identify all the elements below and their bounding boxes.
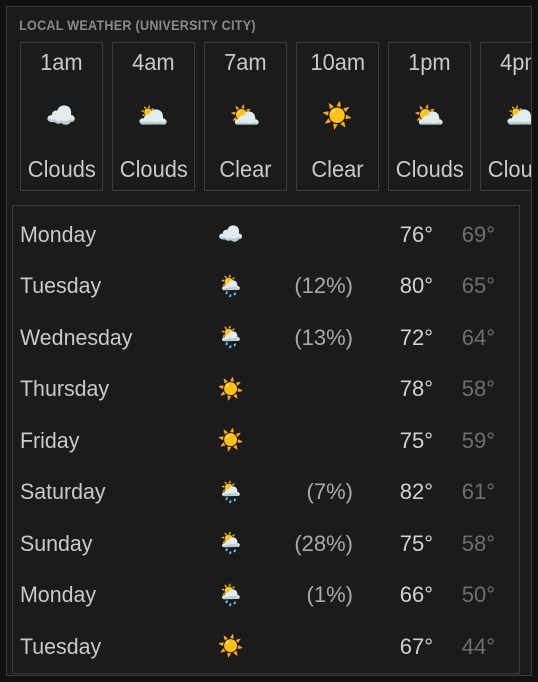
high-temp-label: 78°	[399, 376, 433, 402]
high-temp-label: 72°	[399, 324, 433, 350]
sun-behind-cloud-icon: ⛅	[413, 101, 446, 130]
precipitation-label: (7%)	[306, 479, 353, 505]
daily-row[interactable]: Tuesday 🌦️ (12%) 80° 65°	[13, 261, 519, 313]
hourly-card[interactable]: 1am ☁️ Clouds	[20, 42, 103, 191]
low-temp-label: 59°	[461, 427, 495, 453]
daily-day-label: Tuesday	[20, 273, 102, 299]
hourly-condition-label: Clear	[311, 156, 364, 182]
low-temp-label: 58°	[461, 376, 495, 402]
page-title: LOCAL WEATHER (UNIVERSITY CITY)	[19, 18, 256, 33]
hourly-condition-label: Clear	[219, 156, 272, 182]
hourly-card[interactable]: 4pm 🌥️ Clouds	[480, 42, 532, 191]
daily-day-label: Thursday	[20, 376, 110, 402]
sun-behind-rain-cloud-icon: 🌦️	[217, 326, 245, 350]
precipitation-label: (1%)	[306, 582, 353, 608]
hourly-condition-label: Clouds	[119, 156, 188, 182]
daily-row[interactable]: Monday 🌦️ (1%) 66° 50°	[13, 570, 519, 622]
hourly-forecast-strip[interactable]: 1am ☁️ Clouds 4am 🌥️ Clouds 7am ⛅ Clear 10am ☀️ Cle…	[7, 33, 532, 191]
hourly-card[interactable]: 4am 🌥️ Clouds	[112, 42, 195, 191]
daily-forecast-list: Monday ☁️ 76° 69° Tuesday 🌦️ (12%) 80° 65° Wednes…	[12, 205, 520, 674]
hourly-card[interactable]: 7am ⛅ Clear	[204, 42, 287, 191]
hourly-time-label: 4pm	[500, 49, 531, 75]
hourly-time-label: 1pm	[408, 49, 451, 75]
cloud-icon: ☁️	[217, 223, 245, 247]
daily-row[interactable]: Wednesday 🌦️ (13%) 72° 64°	[13, 312, 519, 364]
daily-row[interactable]: Friday ☀️ 75° 59°	[13, 415, 519, 467]
daily-day-label: Wednesday	[20, 324, 133, 350]
daily-day-label: Saturday	[20, 479, 106, 505]
hourly-card[interactable]: 1pm ⛅ Clouds	[388, 42, 471, 191]
hourly-time-label: 4am	[132, 49, 175, 75]
low-temp-label: 64°	[461, 324, 495, 350]
cloud-behind-moon-icon: 🌥️	[137, 101, 170, 130]
high-temp-label: 80°	[399, 273, 433, 299]
hourly-time-label: 1am	[40, 49, 83, 75]
high-temp-label: 75°	[399, 530, 433, 556]
high-temp-label: 82°	[399, 479, 433, 505]
high-temp-label: 75°	[399, 427, 433, 453]
cloud-behind-sun-gray-icon: 🌥️	[506, 101, 531, 131]
daily-row[interactable]: Thursday ☀️ 78° 58°	[13, 364, 519, 416]
precipitation-label: (13%)	[294, 324, 353, 350]
sun-behind-rain-cloud-icon: 🌦️	[217, 532, 245, 556]
low-temp-label: 69°	[461, 221, 495, 247]
sun-behind-rain-cloud-icon: 🌦️	[217, 274, 245, 298]
daily-day-label: Monday	[20, 582, 97, 608]
daily-row[interactable]: Saturday 🌦️ (7%) 82° 61°	[13, 467, 519, 519]
sun-icon: ☀️	[217, 429, 245, 453]
sun-behind-rain-cloud-icon: 🌦️	[217, 480, 245, 504]
precipitation-label: (28%)	[294, 530, 353, 556]
sun-behind-rain-cloud-icon: 🌦️	[217, 583, 245, 607]
low-temp-label: 65°	[461, 273, 495, 299]
hourly-condition-label: Clouds	[487, 156, 532, 182]
sun-icon: ☀️	[217, 635, 245, 659]
low-temp-label: 58°	[461, 530, 495, 556]
sun-icon: ☀️	[321, 101, 354, 130]
daily-row[interactable]: Sunday 🌦️ (28%) 75° 58°	[13, 518, 519, 570]
hourly-card[interactable]: 10am ☀️ Clear	[296, 42, 379, 191]
low-temp-label: 44°	[461, 633, 495, 659]
low-temp-label: 61°	[461, 479, 495, 505]
hourly-time-label: 7am	[224, 49, 267, 75]
daily-row[interactable]: Monday ☁️ 76° 69°	[13, 209, 519, 261]
daily-day-label: Monday	[20, 221, 97, 247]
hourly-condition-label: Clouds	[27, 156, 96, 182]
high-temp-label: 76°	[399, 221, 433, 247]
high-temp-label: 66°	[399, 582, 433, 608]
cloud-icon: ☁️	[45, 101, 78, 130]
sun-behind-cloud-icon: ⛅	[229, 101, 262, 130]
low-temp-label: 50°	[461, 582, 495, 608]
daily-day-label: Friday	[20, 427, 80, 453]
hourly-condition-label: Clouds	[395, 156, 464, 182]
weather-widget-page: LOCAL WEATHER (UNIVERSITY CITY) 1am ☁️ Clo…	[0, 0, 538, 682]
precipitation-label: (12%)	[294, 273, 353, 299]
high-temp-label: 67°	[399, 633, 433, 659]
sun-icon: ☀️	[217, 377, 245, 401]
daily-row[interactable]: Tuesday ☀️ 67° 44°	[13, 621, 519, 673]
daily-day-label: Sunday	[20, 530, 93, 556]
daily-day-label: Tuesday	[20, 633, 102, 659]
local-weather-panel: LOCAL WEATHER (UNIVERSITY CITY) 1am ☁️ Clo…	[6, 6, 532, 676]
hourly-time-label: 10am	[310, 49, 365, 75]
